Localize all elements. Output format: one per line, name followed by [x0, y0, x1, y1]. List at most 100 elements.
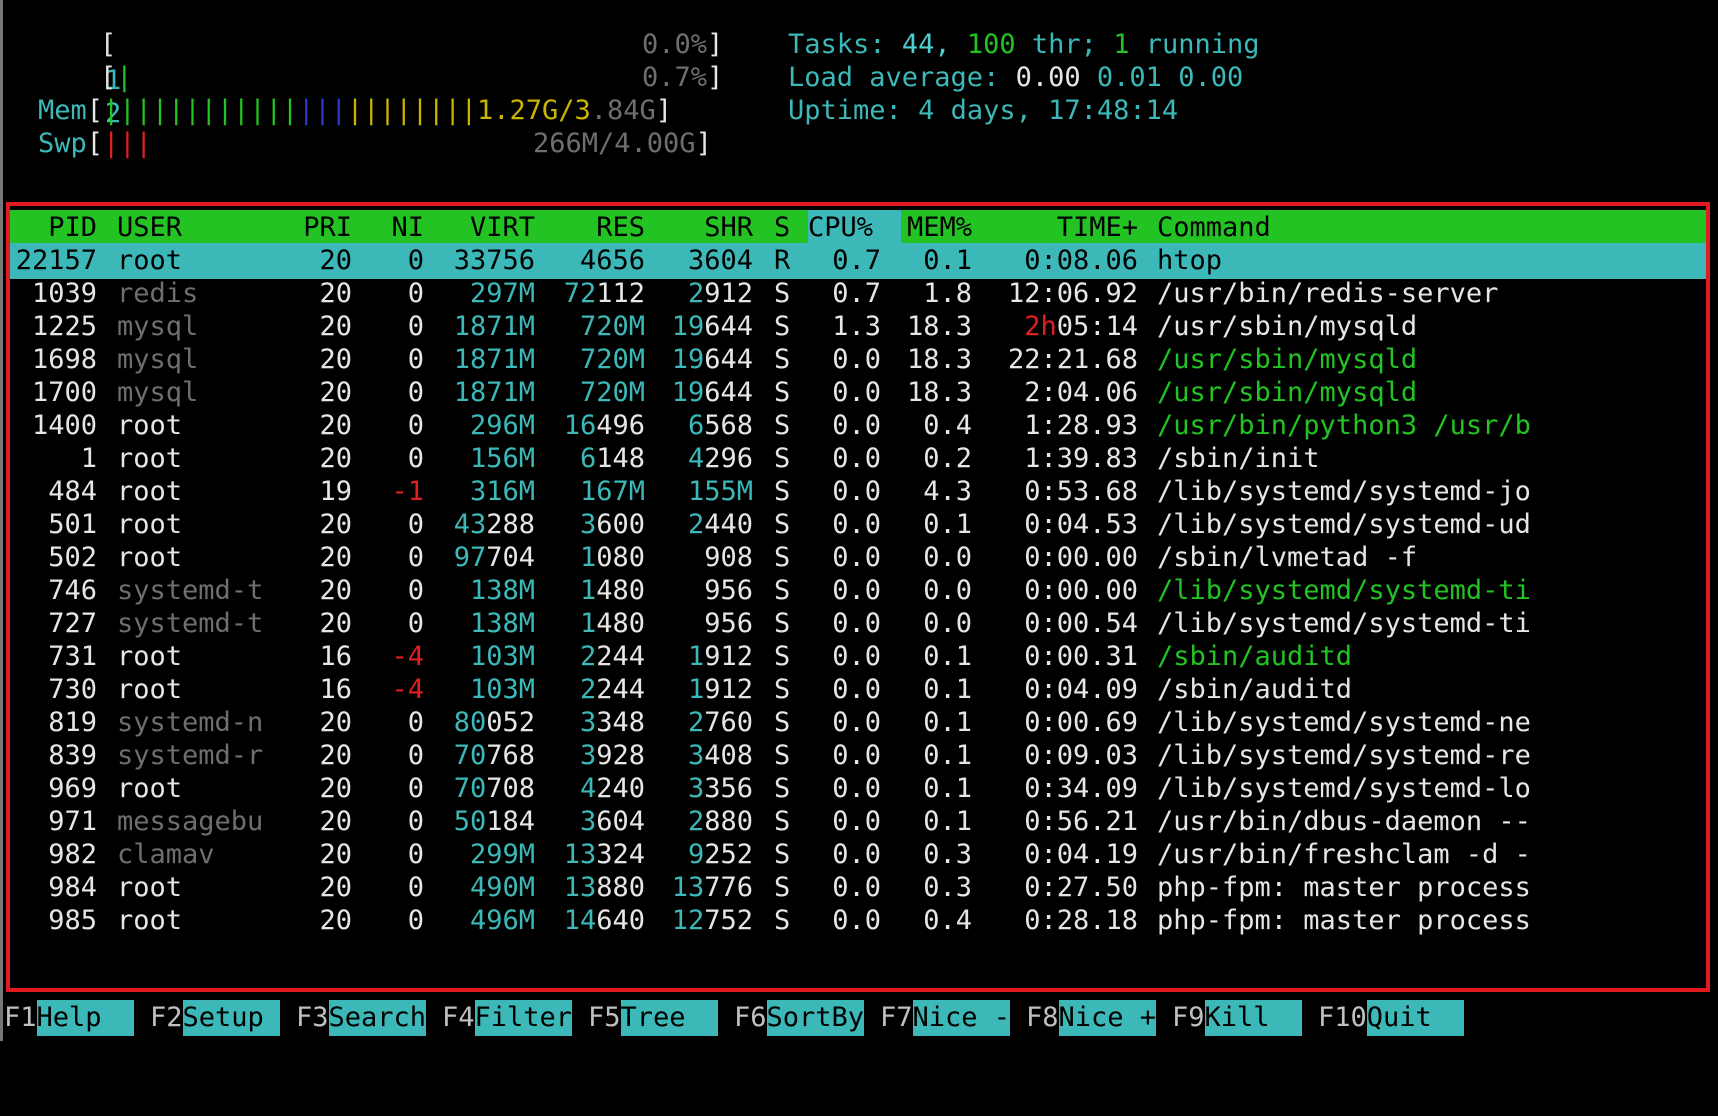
cell-value-hi: 33 [453, 245, 487, 276]
column-header-cpu[interactable]: CPU% [808, 210, 901, 246]
fkey-label: Tree [620, 1000, 719, 1036]
cell-shr: 2880 [688, 804, 753, 840]
cell-mem: 0.4 [923, 905, 972, 936]
cell-pri: 20 [319, 740, 352, 771]
process-row[interactable]: 731 root 16 -4 103M 2244 1912 S 0.0 0.1 0:00.31/sb… [10, 639, 1706, 675]
cell-value-hi: 1 [687, 674, 705, 705]
mem-used: 1.27G/3 [476, 95, 591, 126]
cell-time: 0:09.03 [1024, 740, 1138, 771]
cell-pid: 1698 [31, 344, 97, 375]
load5: 0.01 [1096, 62, 1162, 93]
cell-value-lo: 252 [704, 839, 753, 870]
process-row[interactable]: 727 systemd-t 20 0 138M 1480 956 S 0.0 0.0 0:00.54… [10, 606, 1706, 642]
process-row[interactable]: 22157 root 20 0 33756 4656 3604 R 0.7 0.1 0:08.06 h… [10, 243, 1706, 279]
running-label: running [1145, 29, 1260, 60]
cell-time: 12:06.92 [1007, 278, 1138, 309]
cell-value-hi: 14 [563, 905, 597, 936]
cell-value-lo: 324 [596, 839, 645, 870]
cpu1-value-text: 0.0% [642, 29, 708, 60]
process-row[interactable]: 971 messagebu 20 0 50184 3604 2880 S 0.0 0.1 0:56.… [10, 804, 1706, 840]
cell-time: 0:53.68 [1024, 476, 1138, 507]
cell-value-hi: 4 [579, 245, 597, 276]
cell-user: root [117, 509, 183, 540]
column-header-res[interactable]: RES [596, 210, 645, 246]
process-row[interactable]: 1039 redis 20 0 297M 72112 2912 S 0.7 1.8 12:06.92… [10, 276, 1706, 312]
cell-ni: 0 [407, 443, 424, 474]
cell-cpu: 0.0 [832, 377, 881, 408]
column-header-pri[interactable]: PRI [303, 210, 352, 246]
cell-res: 4240 [580, 771, 645, 807]
cell-pid: 727 [48, 608, 97, 639]
fkey-f9[interactable]: F9Kill [1172, 1000, 1303, 1036]
column-header-cmd[interactable]: Command [1157, 210, 1271, 246]
cell-s: S [774, 740, 791, 771]
fkey-f1[interactable]: F1Help [4, 1000, 135, 1036]
cell-pri: 16 [319, 641, 352, 672]
column-header-mem[interactable]: MEM% [907, 210, 972, 246]
process-row[interactable]: 984 root 20 0 490M 13880 13776 S 0.0 0.3 0:27.50 ph… [10, 870, 1706, 906]
swp-value: 266M/4.00G] [533, 126, 712, 162]
fkey-f10[interactable]: F10Quit [1318, 1000, 1465, 1036]
column-header-s[interactable]: S [774, 210, 790, 246]
running-count: 1 [1113, 29, 1130, 60]
cell-shr: 12752 [672, 903, 753, 939]
process-row[interactable]: 819 systemd-n 20 0 80052 3348 2760 S 0.0 0.1 0:00.… [10, 705, 1706, 741]
cell-virt: 70768 [454, 738, 535, 774]
process-row[interactable]: 1698 mysql 20 0 1871M 720M 19644 S 0.0 18.3 22:21.… [10, 342, 1706, 378]
cell-value-hi: 19 [671, 377, 705, 408]
cell-pri: 20 [319, 443, 352, 474]
process-row[interactable]: 746 systemd-t 20 0 138M 1480 956 S 0.0 0.0 0:00.00… [10, 573, 1706, 609]
cell-cmd: /sbin/auditd [1157, 641, 1353, 672]
fkey-label: Search [328, 1000, 427, 1036]
process-row[interactable]: 1225 mysql 20 0 1871M 720M 19644 S 1.3 18.3 2h05:1… [10, 309, 1706, 345]
cell-ni: 0 [407, 509, 424, 540]
process-row[interactable]: 1400 root 20 0 296M 16496 6568 S 0.0 0.4 1:28.93/u… [10, 408, 1706, 444]
cell-pid: 501 [48, 509, 97, 540]
cell-time: 1:28.93 [1024, 410, 1138, 441]
cell-shr: 2912 [688, 276, 753, 312]
process-row[interactable]: 484 root 19 -1 316M 167M 155M S 0.0 4.3 0:53.68/li… [10, 474, 1706, 510]
fkey-f3[interactable]: F3Search [296, 1000, 427, 1036]
cell-s: S [774, 608, 791, 639]
column-header-ni[interactable]: NI [391, 210, 424, 246]
process-row[interactable]: 1 root 20 0 156M 6148 4296 S 0.0 0.2 1:39.83/sbin/… [10, 441, 1706, 477]
process-row[interactable]: 502 root 20 0 97704 1080 908 S 0.0 0.0 0:00.00/sbi… [10, 540, 1706, 576]
fkey-f4[interactable]: F4Filter [442, 1000, 573, 1036]
cell-value: 496M [469, 905, 535, 936]
cell-mem: 18.3 [906, 311, 972, 342]
fkey-f2[interactable]: F2Setup [150, 1000, 281, 1036]
fkey-f8[interactable]: F8Nice + [1026, 1000, 1157, 1036]
cell-ni: 0 [407, 245, 424, 276]
cell-s: S [774, 707, 791, 738]
cell-value-lo: 708 [486, 773, 535, 804]
cell-virt: 316M [470, 474, 535, 510]
process-row[interactable]: 501 root 20 0 43288 3600 2440 S 0.0 0.1 0:04.53/li… [10, 507, 1706, 543]
cell-value-hi: 1 [579, 542, 597, 573]
column-header-user[interactable]: USER [117, 210, 182, 246]
fkey-f5[interactable]: F5Tree [588, 1000, 719, 1036]
process-row[interactable]: 985 root 20 0 496M 14640 12752 S 0.0 0.4 0:28.18 ph… [10, 903, 1706, 939]
cell-cpu: 0.0 [832, 740, 881, 771]
cell-value-lo: 568 [704, 410, 753, 441]
cell-pid: 1400 [31, 410, 97, 441]
cell-virt: 103M [470, 672, 535, 708]
process-row[interactable]: 1700 mysql 20 0 1871M 720M 19644 S 0.0 18.3 2:04.0… [10, 375, 1706, 411]
column-header-pid[interactable]: PID [48, 210, 97, 246]
process-row[interactable]: 839 systemd-r 20 0 70768 3928 3408 S 0.0 0.1 0:09.… [10, 738, 1706, 774]
column-header-shr[interactable]: SHR [704, 210, 753, 246]
cell-virt: 1871M [454, 309, 535, 345]
column-header-virt[interactable]: VIRT [470, 210, 535, 246]
cell-user: root [117, 476, 183, 507]
cell-value-lo: 184 [486, 806, 535, 837]
fkey-f7[interactable]: F7Nice - [880, 1000, 1011, 1036]
process-row[interactable]: 969 root 20 0 70708 4240 3356 S 0.0 0.1 0:34.09/li… [10, 771, 1706, 807]
process-row[interactable]: 982 clamav 20 0 299M 13324 9252 S 0.0 0.3 0:04.19 /… [10, 837, 1706, 873]
cell-virt: 1871M [454, 375, 535, 411]
cell-value: 720M [579, 311, 645, 342]
process-row[interactable]: 730 root 16 -4 103M 2244 1912 S 0.0 0.1 0:04.09/sb… [10, 672, 1706, 708]
cell-mem: 1.8 [923, 278, 972, 309]
fkey-f6[interactable]: F6SortBy [734, 1000, 865, 1036]
column-header-time[interactable]: TIME+ [1057, 210, 1138, 246]
process-list[interactable]: PID USER PRI NI VIRT RES SHR S CPU% MEM% TIME+ Comm… [6, 202, 1710, 992]
cell-user: clamav [117, 839, 215, 870]
